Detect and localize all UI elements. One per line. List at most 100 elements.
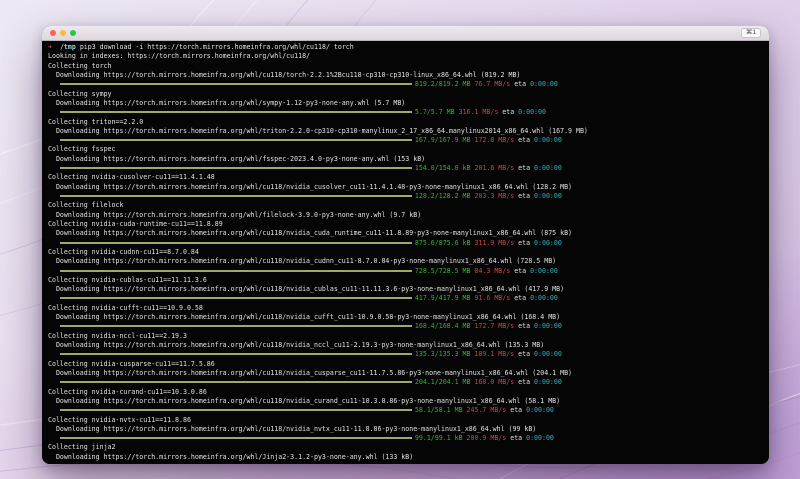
progress-size: 728.5/728.5 MB (414, 266, 471, 275)
progress-speed: 245.7 MB/s (466, 406, 507, 415)
output-text: Collecting nvidia-nvtx-cu11==11.8.86 (48, 415, 191, 424)
terminal-line: Downloading https://torch.mirrors.homein… (48, 211, 763, 220)
terminal-line: Collecting nvidia-cufft-cu11==10.9.0.58 (48, 304, 763, 313)
terminal-line: 5.7/5.7 MB 316.1 MB/s eta 0:00:00 (48, 108, 763, 117)
terminal-line: Downloading https://torch.mirrors.homein… (48, 397, 763, 406)
terminal-line: 128.2/128.2 MB 203.3 MB/s eta 0:00:00 (48, 192, 763, 201)
close-button[interactable] (50, 30, 56, 36)
progress-bar (59, 353, 412, 356)
output-text: Downloading https://torch.mirrors.homein… (48, 257, 557, 266)
progress-indent (48, 80, 60, 88)
prompt-command: pip3 download -i https://torch.mirrors.h… (79, 43, 354, 51)
output-text: Collecting nvidia-cublas-cu11==11.11.3.6 (48, 275, 207, 284)
output-text: Collecting jinja2 (48, 443, 116, 452)
output-text: Downloading https://torch.mirrors.homein… (48, 154, 426, 163)
progress-bar (59, 111, 412, 114)
progress-size: 204.1/204.1 MB (414, 378, 471, 387)
terminal-line: 154.0/154.0 kB 201.6 MB/s eta 0:00:00 (48, 164, 763, 173)
progress-bar (59, 167, 412, 170)
progress-size: 154.0/154.0 kB (414, 164, 471, 173)
output-text: Collecting sympy (48, 89, 112, 98)
progress-indent (48, 192, 60, 200)
prompt-cwd: /tmp (59, 43, 76, 51)
terminal-line: 99.1/99.1 kB 200.9 MB/s eta 0:00:00 (48, 434, 763, 443)
progress-bar (59, 297, 412, 300)
terminal-line: Downloading https://torch.mirrors.homein… (48, 127, 763, 136)
terminal-line: Downloading https://torch.mirrors.homein… (48, 99, 763, 108)
progress-size: 875.6/875.6 kB (414, 238, 471, 247)
terminal-line: Looking in indexes: https://torch.mirror… (48, 52, 763, 61)
terminal-line: Collecting torch (48, 62, 763, 71)
progress-indent (48, 350, 60, 358)
progress-bar (59, 381, 412, 384)
progress-bar (59, 139, 412, 142)
terminal-line: Downloading https://torch.mirrors.homein… (48, 425, 763, 434)
progress-eta-label: eta (514, 192, 535, 200)
minimize-button[interactable] (60, 30, 66, 36)
terminal-line: Collecting nvidia-nccl-cu11==2.19.3 (48, 332, 763, 341)
progress-indent (48, 164, 60, 172)
terminal-line: Collecting nvidia-cudnn-cu11==8.7.0.84 (48, 248, 763, 257)
progress-size: 168.4/168.4 MB (414, 322, 471, 331)
terminal-line: 58.1/58.1 MB 245.7 MB/s eta 0:00:00 (48, 406, 763, 415)
output-text: Downloading https://torch.mirrors.homein… (48, 70, 521, 79)
terminal-line: ➜ /tmp pip3 download -i https://torch.mi… (48, 43, 763, 52)
terminal-line: Collecting nvidia-curand-cu11==10.3.0.86 (48, 388, 763, 397)
terminal-line: 875.6/875.6 kB 311.9 MB/s eta 0:00:00 (48, 239, 763, 248)
output-text: Collecting nvidia-cufft-cu11==10.9.0.58 (48, 303, 203, 312)
output-text: Collecting nvidia-curand-cu11==10.3.0.86 (48, 387, 207, 396)
progress-eta-label: eta (514, 238, 535, 247)
progress-eta: 0:00:00 (526, 406, 554, 415)
output-text: Downloading https://torch.mirrors.homein… (48, 98, 406, 107)
progress-speed: 84.3 MB/s (474, 266, 511, 275)
window-shortcut-badge: ⌘1 (740, 28, 761, 38)
progress-speed: 200.9 MB/s (466, 434, 507, 443)
progress-eta: 0:00:00 (534, 350, 562, 359)
output-text: Looking in indexes: https://torch.mirror… (48, 52, 311, 61)
progress-eta: 0:00:00 (530, 294, 558, 303)
progress-indent (48, 322, 60, 330)
progress-eta-label: eta (510, 294, 531, 303)
titlebar[interactable]: ⌘1 (42, 26, 769, 41)
progress-eta: 0:00:00 (534, 164, 562, 173)
output-text: Downloading https://torch.mirrors.homein… (48, 285, 565, 294)
output-text: Downloading https://torch.mirrors.homein… (48, 341, 545, 349)
progress-eta: 0:00:00 (534, 192, 562, 200)
terminal-line: 168.4/168.4 MB 172.7 MB/s eta 0:00:00 (48, 322, 763, 331)
progress-size: 5.7/5.7 MB (414, 108, 455, 117)
output-text: Downloading https://torch.mirrors.homein… (48, 126, 588, 135)
output-text: Downloading https://torch.mirrors.homein… (48, 396, 561, 405)
progress-indent (48, 267, 60, 275)
progress-speed: 91.6 MB/s (474, 294, 511, 303)
progress-indent (48, 378, 60, 386)
progress-eta-label: eta (514, 322, 535, 331)
progress-indent (48, 108, 60, 116)
output-text: Downloading https://torch.mirrors.homein… (48, 368, 573, 377)
zoom-button[interactable] (70, 30, 76, 36)
terminal-line: Collecting jinja2 (48, 443, 763, 452)
progress-eta-label: eta (514, 164, 535, 173)
output-text: Collecting triton==2.2.0 (48, 117, 144, 126)
progress-speed: 203.3 MB/s (474, 192, 515, 200)
progress-bar (59, 437, 412, 440)
progress-eta-label: eta (506, 434, 527, 443)
terminal-line: Downloading https://torch.mirrors.homein… (48, 183, 763, 192)
progress-eta: 0:00:00 (534, 238, 562, 247)
progress-bar (59, 325, 412, 328)
terminal-line: 417.9/417.9 MB 91.6 MB/s eta 0:00:00 (48, 294, 763, 303)
progress-indent (48, 406, 60, 414)
progress-eta: 0:00:00 (530, 266, 558, 275)
progress-bar (59, 83, 412, 86)
output-text: Downloading https://torch.mirrors.homein… (48, 452, 414, 461)
terminal-line: 135.3/135.3 MB 189.1 MB/s eta 0:00:00 (48, 350, 763, 359)
terminal-output[interactable]: ➜ /tmp pip3 download -i https://torch.mi… (42, 41, 769, 464)
progress-size: 58.1/58.1 MB (414, 406, 463, 415)
output-text: Downloading https://torch.mirrors.homein… (48, 229, 573, 238)
output-text: Collecting nvidia-cuda-runtime-cu11==11.… (48, 219, 223, 228)
progress-speed: 201.6 MB/s (474, 164, 515, 173)
output-text: Collecting filelock (48, 201, 124, 210)
terminal-line: Collecting sympy (48, 90, 763, 99)
progress-speed: 311.9 MB/s (474, 238, 515, 247)
progress-bar (59, 195, 412, 197)
progress-size: 167.9/167.9 MB (414, 136, 471, 145)
